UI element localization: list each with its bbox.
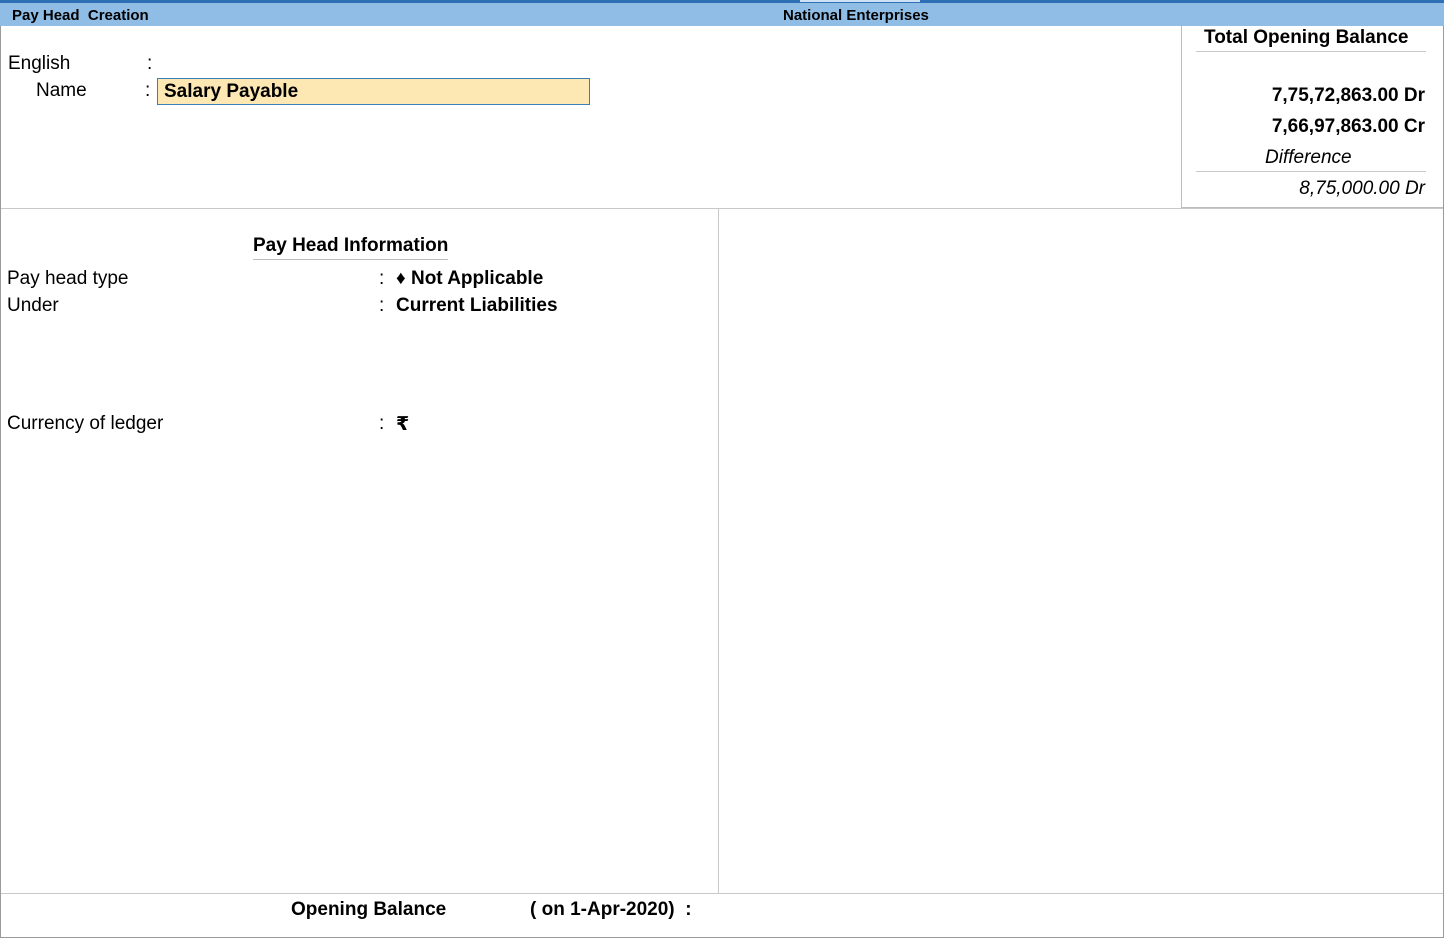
section-divider — [1, 208, 1443, 209]
title-bar: Pay Head Creation National Enterprises — [0, 0, 1444, 26]
language-colon: : — [147, 53, 153, 74]
pay-head-type-colon: : — [379, 268, 385, 289]
total-credit-value: 7,66,97,863.00 Cr — [1271, 116, 1425, 137]
name-input[interactable] — [157, 78, 590, 105]
language-label: English — [8, 53, 71, 74]
pay-head-info-title: Pay Head Information — [253, 235, 449, 260]
opening-balance-panel: Total Opening Balance 7,75,72,863.00 Dr … — [1181, 26, 1443, 208]
balance-title-underline — [1196, 51, 1426, 52]
difference-divider — [1196, 171, 1426, 172]
under-label: Under — [7, 295, 59, 316]
opening-balance-label: Opening Balance — [291, 899, 447, 920]
under-value[interactable]: Current Liabilities — [396, 295, 558, 317]
difference-label: Difference — [1265, 147, 1352, 168]
total-debit-value: 7,75,72,863.00 Dr — [1271, 85, 1425, 106]
name-label: Name — [36, 80, 87, 101]
difference-value: 8,75,000.00 Dr — [1299, 178, 1425, 199]
pay-head-type-label: Pay head type — [7, 268, 129, 289]
currency-colon: : — [379, 413, 385, 434]
screen-title: Pay Head Creation — [12, 7, 149, 24]
pay-head-type-value[interactable]: ♦ Not Applicable — [396, 268, 543, 290]
title-bar-accent — [800, 0, 920, 2]
total-opening-balance-title: Total Opening Balance — [1204, 27, 1409, 48]
currency-value[interactable]: ₹ — [396, 413, 409, 436]
company-name: National Enterprises — [783, 7, 929, 24]
footer-divider — [1, 893, 1443, 894]
opening-balance-date: ( on 1-Apr-2020) : — [530, 899, 692, 920]
under-colon: : — [379, 295, 385, 316]
name-colon: : — [145, 80, 151, 101]
currency-label: Currency of ledger — [7, 413, 164, 434]
column-divider — [718, 208, 719, 893]
